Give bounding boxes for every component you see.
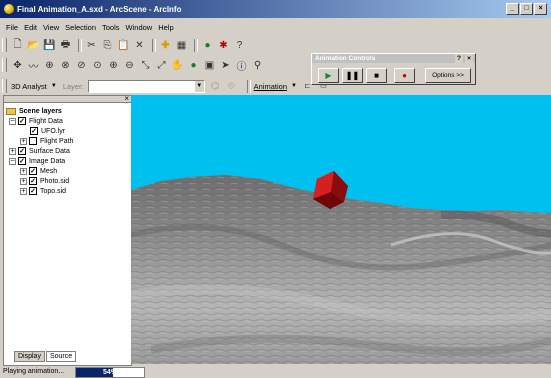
layer-image-data[interactable]: − ✓ Image Data	[6, 156, 129, 166]
zoom-to-target-icon[interactable]: ⊘	[75, 59, 88, 72]
whats-this-help-icon[interactable]: ?	[233, 39, 246, 52]
scene-viewer[interactable]	[131, 95, 551, 364]
layer-checkbox[interactable]: ✓	[30, 127, 38, 135]
open-folder-icon[interactable]: 📂	[27, 39, 40, 52]
layer-flight-path[interactable]: + Flight Path	[6, 136, 129, 146]
layer-mesh[interactable]: + ✓ Mesh	[6, 166, 129, 176]
layer-checkbox[interactable]: ✓	[29, 187, 37, 195]
select-elements-icon[interactable]: ➤	[219, 59, 232, 72]
3d-analyst-menu[interactable]: 3D Analyst	[11, 82, 47, 91]
scene-layers-root[interactable]: Scene layers	[6, 106, 129, 116]
layer-photo[interactable]: + ✓ Photo.sid	[6, 176, 129, 186]
print-icon[interactable]: 🖶	[59, 39, 72, 52]
toc-tabs: Display Source	[14, 351, 77, 362]
zoom-in-icon[interactable]: ⊕	[107, 59, 120, 72]
copy-icon[interactable]: ⎘	[101, 39, 114, 52]
calculator-icon[interactable]: ▦	[175, 39, 188, 52]
collapse-icon[interactable]: −	[9, 117, 16, 125]
chevron-down-icon[interactable]: ▼	[51, 83, 57, 89]
collapse-icon[interactable]: −	[9, 157, 16, 165]
layer-checkbox[interactable]: ✓	[18, 147, 26, 155]
animation-menu[interactable]: Animation	[254, 82, 287, 91]
tools-toolbar: ✥ 〰 ⊕ ⊗ ⊘ ⊙ ⊕ ⊖ ⤡ ⤢ ✋ ● ▣ ➤ ⓘ ⚲	[2, 56, 267, 74]
title-bar: Final Animation_A.sxd - ArcScene - ArcIn…	[0, 0, 551, 18]
chevron-down-icon[interactable]: ▼	[291, 83, 297, 89]
globe-icon[interactable]: ●	[201, 39, 214, 52]
animation-progress-bar: 54%	[75, 367, 145, 378]
layer-surface-data[interactable]: + ✓ Surface Data	[6, 146, 129, 156]
menu-help[interactable]: Help	[158, 23, 173, 32]
pan-hand-icon[interactable]: ✋	[171, 59, 184, 72]
expand-icon[interactable]: +	[20, 137, 27, 145]
fly-icon[interactable]: 〰	[27, 59, 40, 73]
status-text: Playing animation...	[3, 367, 65, 375]
menu-view[interactable]: View	[43, 23, 59, 32]
tab-display[interactable]: Display	[14, 351, 45, 362]
expand-icon[interactable]: +	[20, 167, 27, 175]
table-of-contents: × Scene layers − ✓ Flight Data ✓ UFO.lyr…	[3, 94, 132, 366]
expand-fov-icon[interactable]: ⤢	[155, 59, 168, 72]
add-data-icon[interactable]: ✚	[159, 39, 172, 52]
pause-button[interactable]: ❚❚	[342, 68, 363, 83]
close-button[interactable]: ×	[534, 3, 547, 15]
zoom-target-icon[interactable]: ⊕	[43, 59, 56, 72]
menu-edit[interactable]: Edit	[24, 23, 37, 32]
layer-ufo[interactable]: ✓ UFO.lyr	[6, 126, 129, 136]
center-target-icon[interactable]: ⊗	[59, 59, 72, 72]
narrow-fov-icon[interactable]: ⤡	[139, 59, 152, 72]
paste-icon[interactable]: 📋	[117, 39, 130, 52]
set-observer-icon[interactable]: ⊙	[91, 59, 104, 72]
identify-icon[interactable]: ⓘ	[235, 59, 248, 73]
select-features-icon[interactable]: ▣	[203, 59, 216, 72]
close-dialog-button[interactable]: ×	[465, 54, 473, 63]
animation-controls-dialog: Animation Controls ? × ▶ ❚❚ ■ ● Options …	[311, 53, 476, 85]
options-button[interactable]: Options >>	[425, 68, 471, 83]
expand-icon[interactable]: +	[20, 177, 27, 185]
full-extent-icon[interactable]: ●	[187, 59, 200, 72]
cut-icon[interactable]: ✂	[85, 39, 98, 52]
delete-icon[interactable]: ✕	[133, 39, 146, 52]
layer-checkbox[interactable]: ✓	[18, 157, 26, 165]
layer-select[interactable]: ▼	[87, 79, 205, 93]
layer-flight-data[interactable]: − ✓ Flight Data	[6, 116, 129, 126]
toolbox-icon[interactable]: ✱	[217, 39, 230, 52]
layer-checkbox[interactable]: ✓	[29, 167, 37, 175]
layer-label: Layer:	[62, 81, 84, 91]
window-title: Final Animation_A.sxd - ArcScene - ArcIn…	[17, 4, 182, 14]
find-binoculars-icon[interactable]: ⚲	[251, 59, 264, 72]
minimize-button[interactable]: _	[506, 3, 519, 15]
menu-window[interactable]: Window	[126, 23, 153, 32]
layer-checkbox[interactable]: ✓	[18, 117, 26, 125]
new-document-icon[interactable]: 🗋	[11, 39, 24, 52]
close-icon[interactable]: ×	[124, 94, 129, 103]
save-icon[interactable]: 💾	[43, 39, 56, 52]
menu-tools[interactable]: Tools	[102, 23, 120, 32]
expand-icon[interactable]: +	[9, 147, 16, 155]
animation-controls-title: Animation Controls	[315, 55, 376, 62]
terrain-view[interactable]	[131, 95, 551, 364]
expand-icon[interactable]: +	[20, 187, 27, 195]
layer-checkbox[interactable]: ✓	[29, 177, 37, 185]
tab-source[interactable]: Source	[45, 351, 77, 362]
help-button[interactable]: ?	[455, 54, 463, 63]
create-contour-icon[interactable]: ⌬	[209, 80, 222, 93]
record-button[interactable]: ●	[394, 68, 415, 83]
navigate-icon[interactable]: ✥	[11, 59, 24, 72]
chevron-down-icon[interactable]: ▼	[194, 80, 204, 92]
play-button[interactable]: ▶	[318, 68, 339, 83]
layer-topo[interactable]: + ✓ Topo.sid	[6, 186, 129, 196]
layer-checkbox[interactable]	[29, 137, 37, 145]
standard-toolbar: 🗋 📂 💾 🖶 ✂ ⎘ 📋 ✕ ✚ ▦ ● ✱ ?	[2, 36, 249, 54]
zoom-out-icon[interactable]: ⊖	[123, 59, 136, 72]
maximize-button[interactable]: □	[520, 3, 533, 15]
3d-analyst-toolbar: 3D Analyst ▼ Layer: ▼ ⌬ ⟐ Animation ▼ ⊏ …	[2, 77, 333, 95]
layers-folder-icon	[6, 107, 16, 115]
menu-file[interactable]: File	[6, 23, 18, 32]
menu-selection[interactable]: Selection	[65, 23, 96, 32]
steepest-path-icon[interactable]: ⟐	[225, 80, 238, 93]
stop-button[interactable]: ■	[366, 68, 387, 83]
arcscene-app-icon	[4, 4, 14, 14]
menu-bar: File Edit View Selection Tools Window He…	[0, 20, 551, 34]
